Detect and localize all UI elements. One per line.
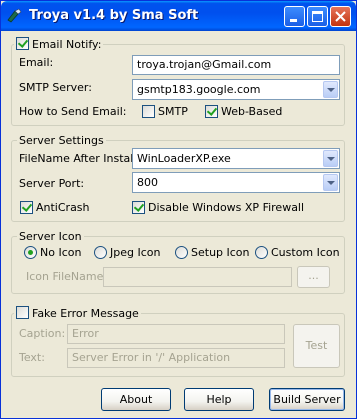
smtp-server-label: SMTP Server: (19, 81, 92, 94)
anticrash-checkbox[interactable] (20, 201, 33, 214)
caption-field[interactable]: Error (67, 324, 285, 344)
smtp-server-select[interactable]: gsmtp183.google.com (132, 79, 340, 100)
custom-icon-radio[interactable] (255, 246, 268, 259)
email-notify-label[interactable]: Email Notify: (32, 38, 101, 51)
server-port-label: Server Port: (19, 177, 85, 190)
fake-error-checkbox[interactable] (16, 306, 29, 319)
close-button[interactable] (330, 6, 351, 27)
help-button[interactable]: Help (184, 388, 254, 411)
server-port-value: 800 (137, 176, 158, 189)
anticrash-label[interactable]: AntiCrash (36, 201, 90, 214)
server-icon-group: Server Icon No Icon Jpeg Icon Setup Icon… (11, 229, 345, 294)
title-bar[interactable]: Troya v1.4 by Sma Soft (1, 1, 356, 31)
how-to-send-label: How to Send Email: (19, 105, 127, 118)
build-server-button[interactable]: Build Server (269, 388, 345, 411)
email-label: Email: (19, 56, 54, 69)
window-title: Troya v1.4 by Sma Soft (29, 8, 199, 23)
about-button[interactable]: About (101, 388, 171, 411)
server-port-select[interactable]: 800 (132, 172, 340, 193)
fake-error-group: Fake Error Message Caption: Error Text: … (11, 306, 345, 377)
close-icon (335, 11, 346, 22)
minimize-button[interactable] (284, 6, 305, 27)
setup-icon-label[interactable]: Setup Icon (191, 246, 250, 259)
fake-error-label[interactable]: Fake Error Message (32, 307, 139, 320)
error-text-field[interactable]: Server Error in '/' Application (67, 348, 285, 368)
text-label: Text: (19, 351, 45, 364)
setup-icon-radio[interactable] (175, 246, 188, 259)
email-field[interactable]: troya.trojan@Gmail.com (132, 55, 340, 75)
email-notify-checkbox[interactable] (16, 37, 29, 50)
caption-label: Caption: (19, 327, 66, 340)
test-button[interactable]: Test (293, 324, 340, 368)
icon-filename-label: Icon FileName: (26, 270, 108, 283)
no-icon-radio[interactable] (24, 246, 37, 259)
app-icon (6, 8, 22, 24)
email-notify-legend: Email Notify: (14, 37, 104, 52)
smtp-server-value: gsmtp183.google.com (137, 83, 261, 96)
browse-button[interactable]: ... (297, 266, 330, 288)
server-icon-legend: Server Icon (17, 229, 84, 244)
jpeg-icon-radio[interactable] (94, 246, 107, 259)
chevron-down-icon[interactable] (323, 81, 338, 98)
server-settings-legend: Server Settings (17, 133, 106, 148)
main-window: Troya v1.4 by Sma Soft Email Notify: Ema… (0, 0, 357, 419)
filename-select[interactable]: WinLoaderXP.exe (132, 148, 340, 169)
server-settings-group: Server Settings FileName After Install: … (11, 133, 345, 222)
smtp-checkbox[interactable] (142, 105, 155, 118)
web-based-label[interactable]: Web-Based (221, 105, 282, 118)
icon-filename-field[interactable] (103, 267, 292, 287)
filename-label: FileName After Install: (19, 152, 141, 165)
maximize-button[interactable] (307, 6, 328, 27)
email-notify-group: Email Notify: Email: troya.trojan@Gmail.… (11, 37, 345, 126)
disable-firewall-checkbox[interactable] (132, 201, 145, 214)
disable-firewall-label[interactable]: Disable Windows XP Firewall (148, 201, 304, 214)
maximize-icon (312, 11, 323, 22)
chevron-down-icon[interactable] (323, 174, 338, 191)
custom-icon-label[interactable]: Custom Icon (271, 246, 340, 259)
filename-value: WinLoaderXP.exe (137, 152, 231, 165)
jpeg-icon-label[interactable]: Jpeg Icon (110, 246, 160, 259)
fake-error-legend: Fake Error Message (14, 306, 141, 321)
no-icon-label[interactable]: No Icon (40, 246, 81, 259)
chevron-down-icon[interactable] (323, 150, 338, 167)
minimize-icon (290, 19, 297, 22)
web-based-checkbox[interactable] (205, 105, 218, 118)
smtp-option-label[interactable]: SMTP (158, 105, 188, 118)
